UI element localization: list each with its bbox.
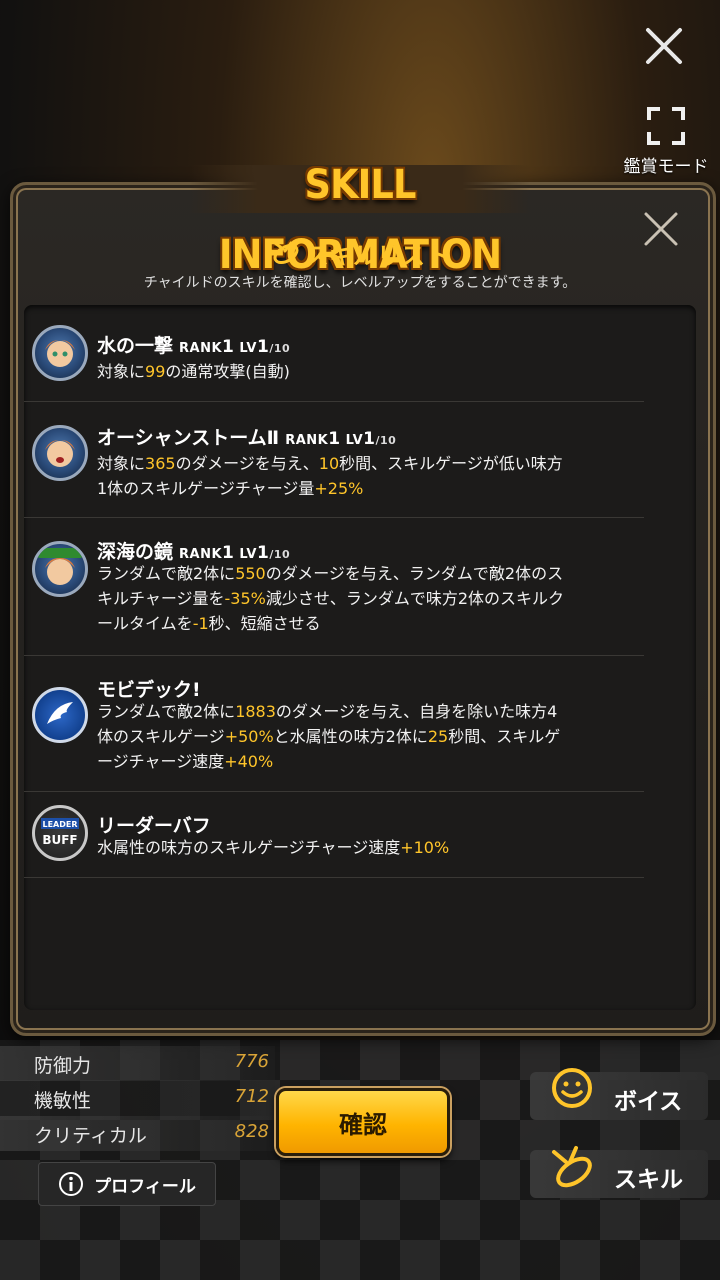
skill-swirl-icon: [273, 241, 299, 265]
stat-value: 776: [234, 1051, 269, 1072]
stat-row: 機敏性 712: [0, 1081, 275, 1116]
skill-description: 対象に365のダメージを与え、10秒間、スキルゲージが低い味方1体のスキルゲージ…: [97, 451, 567, 501]
highlight-value: 1883: [235, 702, 276, 721]
description-text: のダメージを与え、: [175, 454, 319, 473]
slide-skill-portrait-icon: [32, 541, 88, 597]
svg-text:BUFF: BUFF: [42, 833, 77, 847]
divider: [24, 877, 644, 878]
close-icon[interactable]: [640, 22, 688, 70]
highlight-value: -1: [192, 614, 209, 633]
smiley-icon: [552, 1068, 592, 1108]
skill-description: 対象に99の通常攻撃(自動): [97, 359, 567, 384]
panel-title: SKILL INFORMATION: [218, 162, 502, 278]
fullscreen-icon: [647, 107, 685, 145]
stat-label: 機敏性: [34, 1090, 92, 1112]
highlight-value: +10%: [400, 838, 450, 857]
stat-row: クリティカル 828: [0, 1116, 275, 1151]
profile-button[interactable]: プロフィール: [38, 1162, 216, 1206]
description-text: 水属性の味方のスキルゲージチャージ速度: [97, 838, 401, 857]
stat-label: 防御力: [34, 1055, 92, 1077]
info-icon: [59, 1172, 84, 1196]
skill-button[interactable]: スキル: [530, 1146, 708, 1198]
highlight-value: 99: [145, 362, 166, 381]
highlight-value: 365: [145, 454, 176, 473]
highlight-value: 25: [427, 727, 449, 746]
stat-row: 防御力 776: [0, 1046, 275, 1081]
stat-value: 828: [234, 1121, 269, 1142]
confirm-button[interactable]: 確認: [276, 1088, 450, 1156]
character-portrait-icon: [32, 425, 88, 481]
skill-description: ランダムで敵2体に1883のダメージを与え、自身を除いた味方4体のスキルゲージ+…: [97, 699, 567, 774]
character-portrait-icon: [32, 325, 88, 381]
voice-label: ボイス: [614, 1089, 683, 1115]
skill-description: ランダムで敵2体に550のダメージを与え、ランダムで敵2体のスキルチャージ量を-…: [97, 561, 567, 636]
stats-table: 防御力 776 機敏性 712 クリティカル 828: [0, 1046, 280, 1151]
skill-name: リーダーバフ: [97, 815, 211, 837]
divider: [24, 791, 644, 792]
divider: [24, 401, 644, 402]
divider: [24, 655, 644, 656]
highlight-value: +50%: [224, 727, 274, 746]
description-text: 秒、短縮させる: [208, 614, 321, 633]
stat-value: 712: [234, 1086, 269, 1107]
description-text: ランダムで敵2体に: [97, 564, 236, 583]
profile-label: プロフィール: [94, 1176, 196, 1197]
skill-name: 深海の鏡 RANK1 LV1/10: [97, 541, 291, 563]
skill-description: 水属性の味方のスキルゲージチャージ速度+10%: [97, 835, 567, 860]
highlight-value: 10: [318, 454, 340, 473]
svg-text:LEADER: LEADER: [42, 820, 77, 829]
panel-subtitle: チャイルドのスキルを確認し、レベルアップをすることができます。: [143, 275, 577, 291]
skill-name: モビデック!: [97, 679, 201, 701]
view-mode-label: 鑑賞モード: [623, 157, 709, 177]
voice-button[interactable]: ボイス: [530, 1068, 708, 1120]
skill-label: スキル: [614, 1167, 683, 1193]
skill-list: 水の一撃 RANK1 LV1/10 対象に99の通常攻撃(自動) オーシャンストー…: [24, 305, 696, 1010]
skill-list-heading: スキルリスト: [260, 236, 460, 270]
highlight-value: +25%: [314, 479, 364, 498]
divider: [24, 517, 644, 518]
highlight-value: +40%: [224, 752, 274, 771]
confirm-label: 確認: [339, 1110, 387, 1139]
skill-list-title: スキルリスト: [305, 241, 449, 270]
view-mode-button[interactable]: 鑑賞モード: [618, 106, 714, 177]
description-text: ランダムで敵2体に: [97, 702, 236, 721]
wing-icon: [32, 687, 88, 743]
description-text: 対象に: [97, 362, 146, 381]
panel-close-icon[interactable]: [642, 210, 680, 248]
description-text: 対象に: [97, 454, 146, 473]
leader-buff-icon: LEADER BUFF: [32, 805, 88, 861]
skill-swirl-icon: [552, 1146, 592, 1188]
stat-label: クリティカル: [34, 1125, 147, 1147]
description-text: と水属性の味方2体に: [273, 727, 428, 746]
description-text: の通常攻撃(自動): [165, 362, 290, 381]
skill-name: オーシャンストームⅡ RANK1 LV1/10: [97, 427, 397, 449]
highlight-value: -35%: [224, 589, 266, 608]
highlight-value: 550: [235, 564, 266, 583]
skill-name: 水の一撃 RANK1 LV1/10: [97, 335, 291, 357]
